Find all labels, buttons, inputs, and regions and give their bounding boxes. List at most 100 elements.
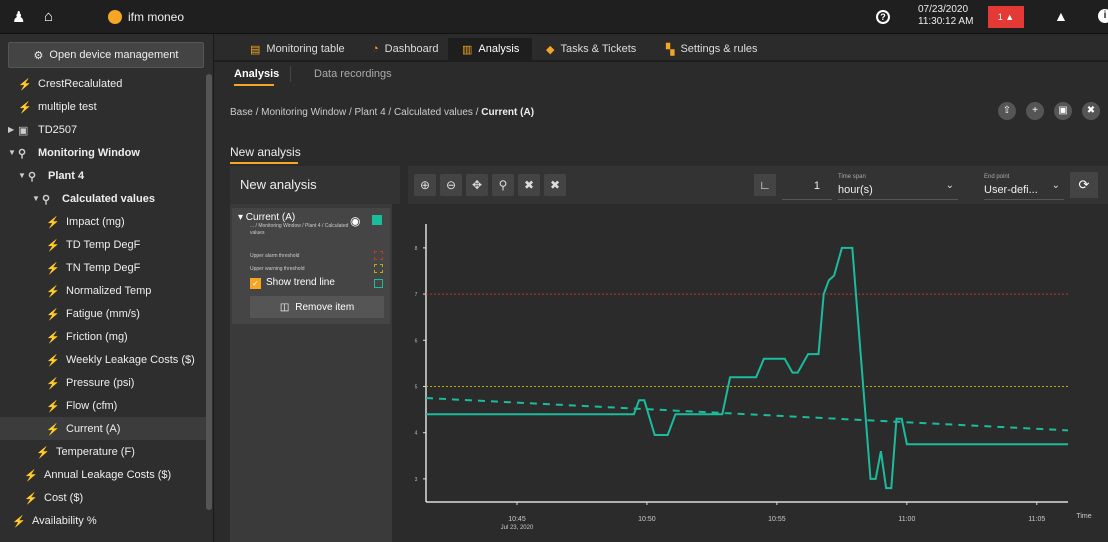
subtab-analysis[interactable]: Analysis bbox=[234, 68, 279, 80]
sidebar-item[interactable]: ▼ ⚲ Monitoring Window bbox=[0, 141, 208, 164]
sensor-icon: ⚡ bbox=[18, 101, 32, 114]
line-chart[interactable]: 3 4 5 6 7 8 10:45 10:50 10:55 11:00 11:05 Jul 23, 2… bbox=[392, 204, 1108, 542]
panel-collapse-handle[interactable] bbox=[400, 166, 408, 204]
sidebar-item-label: Availability % bbox=[32, 514, 97, 527]
sidebar-item[interactable]: ⚡ Normalized Temp bbox=[0, 279, 208, 302]
sidebar-item-label: Friction (mg) bbox=[66, 330, 128, 343]
timespan-select[interactable]: Time span hour(s) ⌄ bbox=[838, 172, 958, 200]
subtab-data-recordings[interactable]: Data recordings bbox=[314, 68, 392, 80]
help-icon[interactable]: ? bbox=[876, 10, 890, 24]
trend-color-swatch[interactable] bbox=[374, 279, 383, 288]
zoom-out-icon[interactable]: ⊖ bbox=[440, 174, 462, 196]
timespan-count-input[interactable]: 1 bbox=[782, 172, 832, 200]
sidebar-item[interactable]: ⚡ TD Temp DegF bbox=[0, 233, 208, 256]
sidebar-item[interactable]: ⚡ Current (A) bbox=[0, 417, 208, 440]
sidebar-item[interactable]: ⚡ Temperature (F) bbox=[0, 440, 208, 463]
y-tick-label: 5 bbox=[415, 384, 418, 390]
series-name[interactable]: ▾ Current (A) bbox=[238, 212, 295, 223]
x-axis-label: Time bbox=[1076, 513, 1091, 520]
sidebar-scrollbar[interactable] bbox=[206, 74, 212, 510]
search-icon[interactable]: ⚲ bbox=[492, 174, 514, 196]
delete-button[interactable]: ✖ bbox=[1082, 102, 1100, 120]
expand-arrow-icon[interactable]: ▼ bbox=[8, 148, 18, 157]
sidebar-item-label: Calculated values bbox=[62, 192, 155, 205]
device-icon: ▣ bbox=[18, 124, 29, 137]
sidebar-item-label: Cost ($) bbox=[44, 491, 84, 504]
gauge-icon: ◔ bbox=[372, 43, 379, 55]
sidebar-item-label: Weekly Leakage Costs ($) bbox=[66, 353, 195, 366]
refresh-icon[interactable]: ⟳ bbox=[1070, 172, 1098, 198]
section-title[interactable]: New analysis bbox=[230, 145, 301, 159]
sidebar-item[interactable]: ⚡ Annual Leakage Costs ($) bbox=[0, 463, 208, 486]
tab-dashboard[interactable]: ◔ Dashboard bbox=[358, 38, 453, 60]
subtab-divider bbox=[290, 66, 291, 82]
sidebar-item[interactable]: ⚡ Friction (mg) bbox=[0, 325, 208, 348]
eye-icon[interactable]: ◉ bbox=[350, 214, 360, 228]
export-button[interactable]: ⇧ bbox=[998, 102, 1016, 120]
tab-analysis[interactable]: ▥ Analysis bbox=[448, 38, 534, 60]
sidebar-item-label: Current (A) bbox=[66, 422, 121, 435]
sensor-icon: ⚡ bbox=[46, 354, 60, 367]
sidebar-item-label: Normalized Temp bbox=[66, 284, 152, 297]
expand-arrow-icon[interactable]: ▼ bbox=[18, 171, 28, 180]
sidebar-item-label: TD Temp DegF bbox=[66, 238, 141, 251]
tab-tasks-tickets[interactable]: ◆ Tasks & Tickets bbox=[532, 38, 651, 60]
chevron-down-icon: ⌄ bbox=[1051, 180, 1060, 191]
endpoint-label: End point bbox=[984, 174, 1010, 180]
x-tick-label: 10:50 bbox=[638, 516, 656, 523]
add-button[interactable]: + bbox=[1026, 102, 1044, 120]
sidebar-item[interactable]: ⚡ Fatigue (mm/s) bbox=[0, 302, 208, 325]
tab-label: Tasks & Tickets bbox=[560, 43, 637, 55]
tab-label: Dashboard bbox=[384, 43, 439, 55]
bell-icon: ▲ bbox=[1005, 12, 1015, 22]
top-bar: ♟ ⌂ ifm moneo ? 07/23/2020 11:30:12 AM 1… bbox=[0, 0, 1108, 34]
collapse-arrow-icon[interactable]: ▶ bbox=[8, 125, 18, 134]
y-tick-label: 4 bbox=[415, 431, 418, 437]
sidebar-item[interactable]: ⚡ Cost ($) bbox=[0, 486, 208, 509]
home-icon[interactable]: ⌂ bbox=[44, 8, 53, 25]
series-color-swatch[interactable] bbox=[372, 215, 382, 225]
sidebar-item-label: Flow (cfm) bbox=[66, 399, 118, 412]
show-trend-checkbox[interactable]: ✓ bbox=[250, 278, 261, 289]
folder-icon: ⚲ bbox=[42, 193, 51, 206]
expand-arrow-icon[interactable]: ▼ bbox=[32, 194, 42, 203]
sensor-icon: ⚡ bbox=[46, 331, 60, 344]
warning-icon[interactable]: ▲ bbox=[1054, 8, 1068, 24]
sidebar-item[interactable]: ⚡ Availability % bbox=[0, 509, 208, 532]
legend-panel: ▾ Current (A) ... / Monitoring Window / … bbox=[230, 204, 392, 542]
remove-item-button[interactable]: ◫ Remove item bbox=[250, 296, 384, 318]
upper-warning-swatch[interactable] bbox=[374, 264, 383, 273]
reset-zoom-icon[interactable]: ✖ bbox=[518, 174, 540, 196]
analysis-icon: ▥ bbox=[462, 43, 473, 56]
alarm-button[interactable]: 1 ▲ bbox=[988, 6, 1024, 28]
x-tick-label: 11:00 bbox=[898, 516, 915, 523]
sidebar-item[interactable]: ▼ ⚲ Plant 4 bbox=[0, 164, 208, 187]
sidebar-item[interactable]: ⚡ multiple test bbox=[0, 95, 208, 118]
pan-icon[interactable]: ✥ bbox=[466, 174, 488, 196]
chart-area[interactable]: 3 4 5 6 7 8 10:45 10:50 10:55 11:00 11:05 Jul 23, 2… bbox=[392, 204, 1108, 542]
endpoint-select[interactable]: End point User-defi... ⌄ bbox=[984, 172, 1064, 200]
open-device-management-label: Open device management bbox=[49, 49, 179, 61]
upper-alarm-swatch[interactable] bbox=[374, 251, 383, 260]
sidebar-item[interactable]: ⚡ Impact (mg) bbox=[0, 210, 208, 233]
subtab-active-underline bbox=[234, 84, 274, 86]
sidebar-item[interactable]: ⚡ Flow (cfm) bbox=[0, 394, 208, 417]
sidebar-item[interactable]: ▼ ⚲ Calculated values bbox=[0, 187, 208, 210]
sensor-icon: ⚡ bbox=[46, 216, 60, 229]
tab-settings-rules[interactable]: ▚ Settings & rules bbox=[652, 38, 772, 60]
axis-icon[interactable]: ∟ bbox=[754, 174, 776, 196]
tab-monitoring-table[interactable]: ▤ Monitoring table bbox=[236, 38, 359, 60]
info-icon[interactable]: i bbox=[1098, 9, 1108, 23]
open-device-management-button[interactable]: ⚙ Open device management bbox=[8, 42, 204, 68]
sidebar-item[interactable]: ⚡ Pressure (psi) bbox=[0, 371, 208, 394]
sidebar-item[interactable]: ▶ ▣ TD2507 bbox=[0, 118, 208, 141]
user-icon[interactable]: ♟ bbox=[12, 8, 25, 26]
zoom-in-icon[interactable]: ⊕ bbox=[414, 174, 436, 196]
sidebar-item[interactable]: ⚡ Weekly Leakage Costs ($) bbox=[0, 348, 208, 371]
breadcrumb: Base / Monitoring Window / Plant 4 / Cal… bbox=[230, 107, 534, 118]
sidebar-item[interactable]: ⚡ TN Temp DegF bbox=[0, 256, 208, 279]
fit-icon[interactable]: ✖ bbox=[544, 174, 566, 196]
sidebar-item[interactable]: ⚡ CrestRecalulated bbox=[0, 72, 208, 95]
save-button[interactable]: ▣ bbox=[1054, 102, 1072, 120]
device-tree: ⚡ CrestRecalulated ⚡ multiple test ▶ ▣ TD2507 ▼… bbox=[0, 72, 208, 532]
